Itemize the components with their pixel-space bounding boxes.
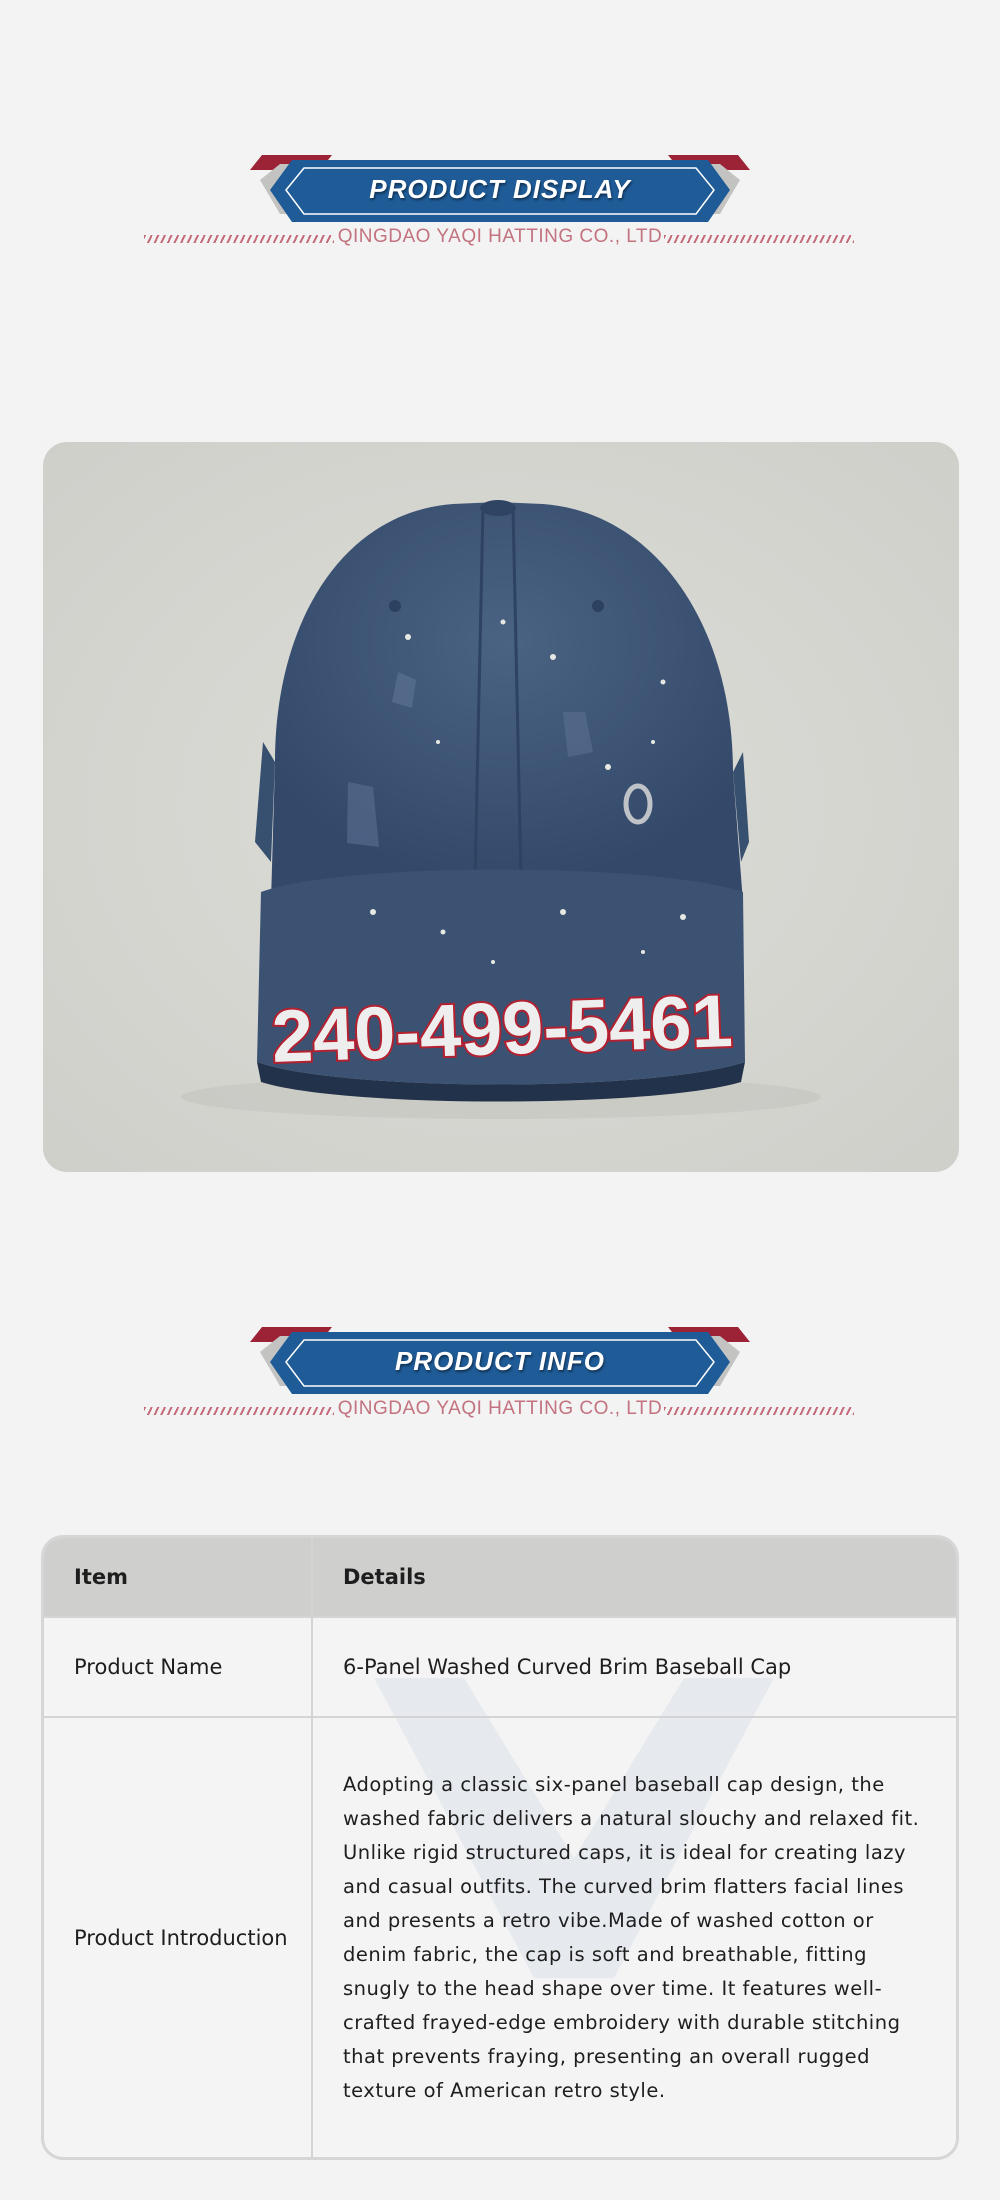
company-line: QINGDAO YAQI HATTING CO., LTD	[0, 1398, 1000, 1424]
product-info-table: Item Details Product Name 6-Panel Washed…	[41, 1535, 959, 2160]
table-row: Product Name 6-Panel Washed Curved Brim …	[44, 1616, 956, 1717]
row-label: Product Name	[44, 1616, 313, 1717]
row-value: 6-Panel Washed Curved Brim Baseball Cap	[312, 1616, 956, 1717]
row-value: Adopting a classic six-panel baseball ca…	[312, 1716, 956, 2157]
company-line: QINGDAO YAQI HATTING CO., LTD	[0, 226, 1000, 252]
product-display-banner: PRODUCT DISPLAY QINGDAO YAQI HATTING CO.…	[0, 150, 1000, 270]
decorative-hatch-right	[664, 235, 854, 243]
table-header-row: Item Details	[44, 1538, 956, 1617]
product-photo: 240-499-5461	[43, 442, 959, 1172]
header-item: Item	[44, 1538, 313, 1617]
header-details: Details	[312, 1538, 956, 1617]
brim-embroidery: 240-499-5461	[270, 979, 733, 1078]
table-row: Product Introduction Adopting a classic …	[44, 1716, 956, 2157]
decorative-hatch-right	[664, 1407, 854, 1415]
row-label: Product Introduction	[44, 1716, 313, 2157]
product-info-banner: PRODUCT INFO QINGDAO YAQI HATTING CO., L…	[0, 1322, 1000, 1442]
section-title: PRODUCT DISPLAY	[369, 174, 631, 204]
section-title: PRODUCT INFO	[395, 1346, 605, 1376]
baseball-cap-image: 240-499-5461	[181, 500, 821, 1119]
